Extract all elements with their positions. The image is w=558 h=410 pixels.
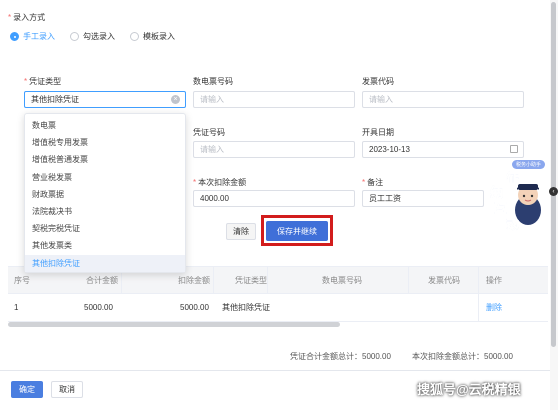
cell-type: 其他扣除凭证 [222,303,270,312]
radio-unchecked-icon [130,32,139,41]
remark-input[interactable]: 员工工资 [362,190,484,207]
radio-checked-icon [10,32,19,41]
cell-no: 1 [14,303,19,312]
deduct-amount-label: * 本次扣除金额 [193,178,247,187]
radio-template-entry[interactable]: 模板录入 [130,31,175,42]
dropdown-option[interactable]: 其他发票类 [25,237,185,254]
cell-deduct: 5000.00 [180,303,209,312]
voucher-total-summary: 凭证合计金额总计：5000.00 [290,352,391,361]
horizontal-scrollbar[interactable] [8,322,340,327]
footer-divider [0,370,550,371]
dropdown-option[interactable]: 法院裁决书 [25,203,185,220]
radio-unchecked-icon [70,32,79,41]
issue-date-picker[interactable]: 2023-10-13 [362,141,524,158]
dropdown-option-selected[interactable]: 其他扣除凭证 [25,254,185,272]
cancel-button[interactable]: 取消 [51,381,83,398]
mascot-char: 征 [506,171,520,187]
voucher-type-dropdown: 数电票 增值税专用发票 增值税普通发票 营业税发票 财政票据 法院裁决书 契税完… [24,113,186,273]
clear-icon[interactable]: × [171,95,180,104]
radio-manual-entry[interactable]: 手工录入 [10,31,55,42]
col-header-e-no: 数电票号码 [322,275,362,285]
issue-date-label: 开具日期 [362,128,394,137]
invoice-code-label: 发票代码 [362,77,394,86]
voucher-no-input[interactable]: 请输入 [193,141,355,158]
dropdown-option[interactable]: 营业税发票 [25,169,185,186]
collapse-arrow-icon[interactable]: ‹ [549,187,558,196]
table-row: 1 5000.00 5000.00 其他扣除凭证 删除 [8,294,548,322]
dropdown-option[interactable]: 增值税专用发票 [25,134,185,151]
voucher-table: 序号 合计金额 扣除金额 凭证类型 数电票号码 发票代码 操作 1 5000.0… [8,266,548,322]
deduct-amount-input[interactable]: 4000.00 [193,190,355,207]
dropdown-option[interactable]: 数电票 [25,117,185,134]
mascot-char: 动 [506,217,520,233]
e-ticket-no-input[interactable]: 请输入 [193,91,355,108]
delete-link[interactable]: 删除 [486,294,502,321]
cell-total: 5000.00 [84,303,113,312]
voucher-no-label: 凭证号码 [193,128,225,137]
voucher-type-label: * 凭证类型 [24,77,62,86]
col-header-type: 凭证类型 [235,275,267,285]
remark-label: * 备注 [362,178,384,187]
col-header-code: 发票代码 [428,275,460,285]
entry-mode-label: * 录入方式 [8,13,46,22]
dropdown-option[interactable]: 契税完税凭证 [25,220,185,237]
dropdown-option[interactable]: 财政票据 [25,186,185,203]
voucher-type-select[interactable]: 其他扣除凭证 × [24,91,186,108]
deduct-total-summary: 本次扣除金额总计：5000.00 [412,352,513,361]
save-and-continue-button[interactable]: 保存并继续 [266,221,328,241]
vertical-scrollbar[interactable] [551,2,556,347]
radio-select-entry[interactable]: 勾选录入 [70,31,115,42]
clear-button[interactable]: 清除 [226,223,256,240]
col-header-action: 操作 [486,275,502,285]
dropdown-option[interactable]: 增值税普通发票 [25,151,185,168]
assistant-mascot[interactable]: 征 纳 互 动 [484,160,548,234]
invoice-code-input[interactable]: 请输入 [362,91,524,108]
e-ticket-no-label: 数电票号码 [193,77,233,86]
calendar-icon [510,145,518,153]
ok-button[interactable]: 确定 [11,381,43,398]
mascot-badge: 税务小助手 [512,160,546,169]
watermark: 搜狐号@云税精银 [417,382,521,397]
